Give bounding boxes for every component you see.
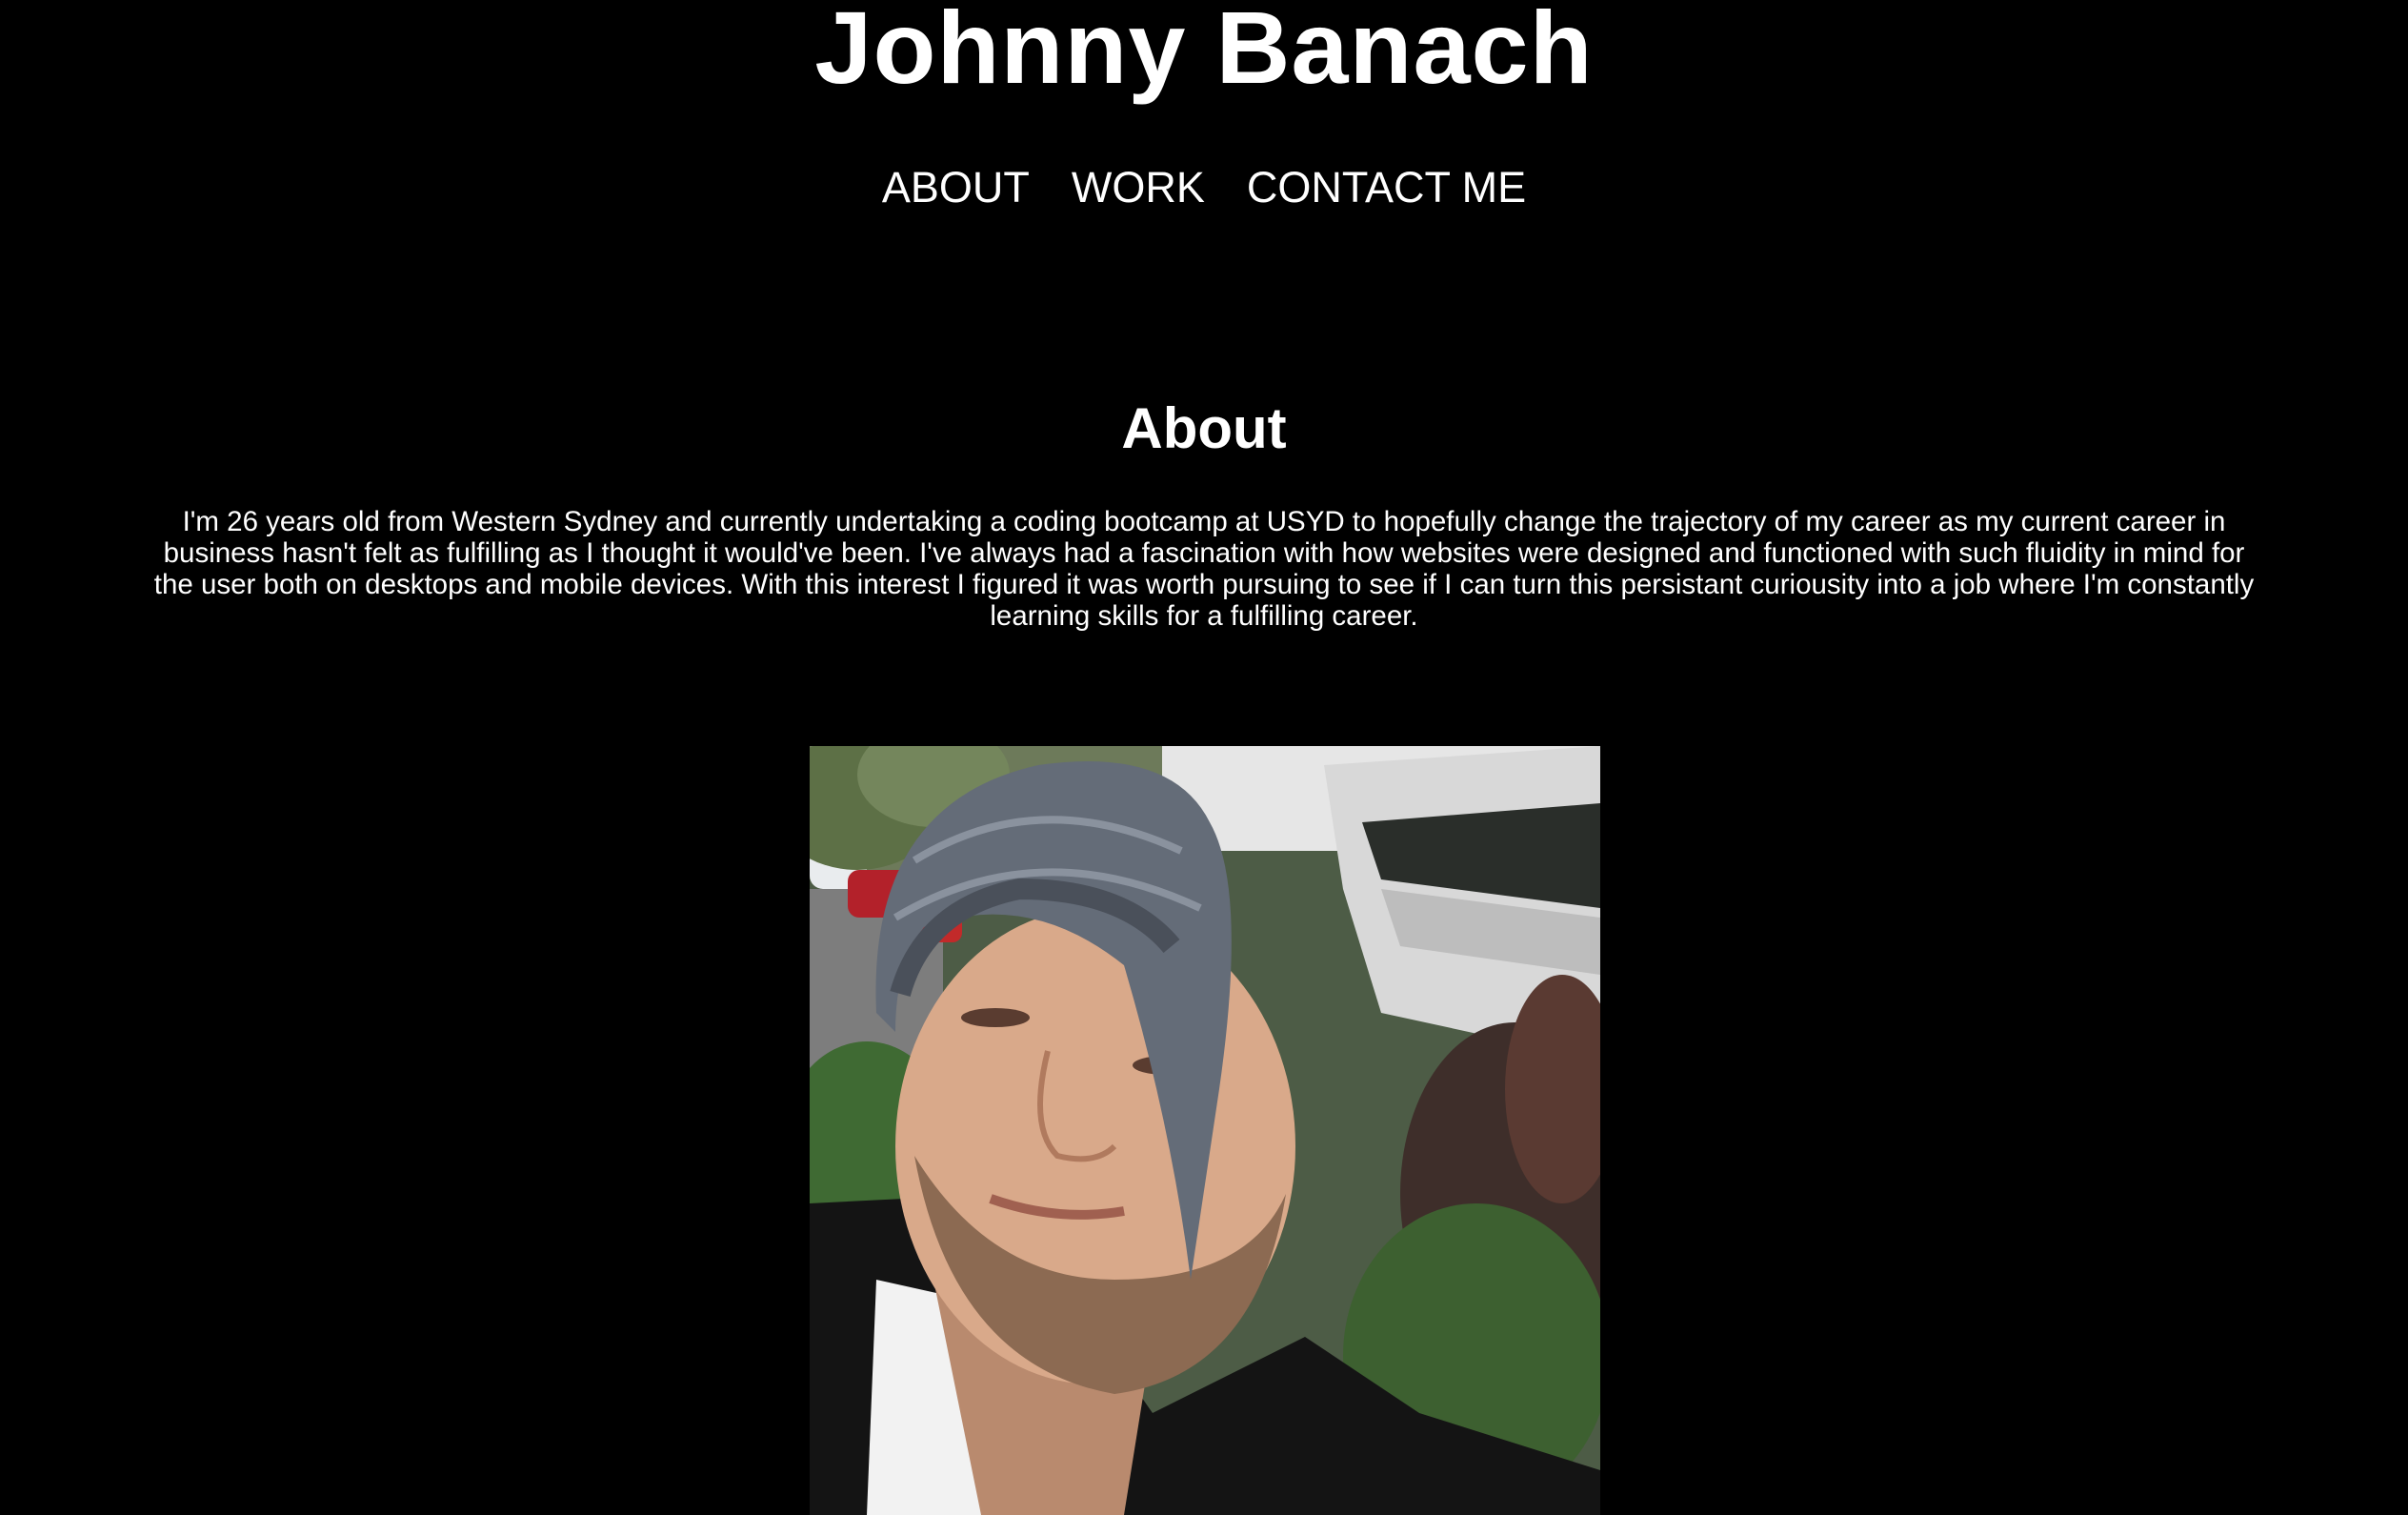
nav-link-about[interactable]: ABOUT <box>882 156 1030 219</box>
profile-photo <box>810 746 1600 1515</box>
nav-link-contact[interactable]: CONTACT ME <box>1247 156 1526 219</box>
site-title: Johnny Banach <box>814 0 1594 105</box>
main-nav: ABOUT WORK CONTACT ME <box>0 156 2408 219</box>
about-heading: About <box>1121 396 1287 460</box>
about-paragraph: I'm 26 years old from Western Sydney and… <box>153 506 2255 632</box>
page: Johnny Banach ABOUT WORK CONTACT ME Abou… <box>0 0 2408 1515</box>
nav-link-work[interactable]: WORK <box>1072 156 1205 219</box>
